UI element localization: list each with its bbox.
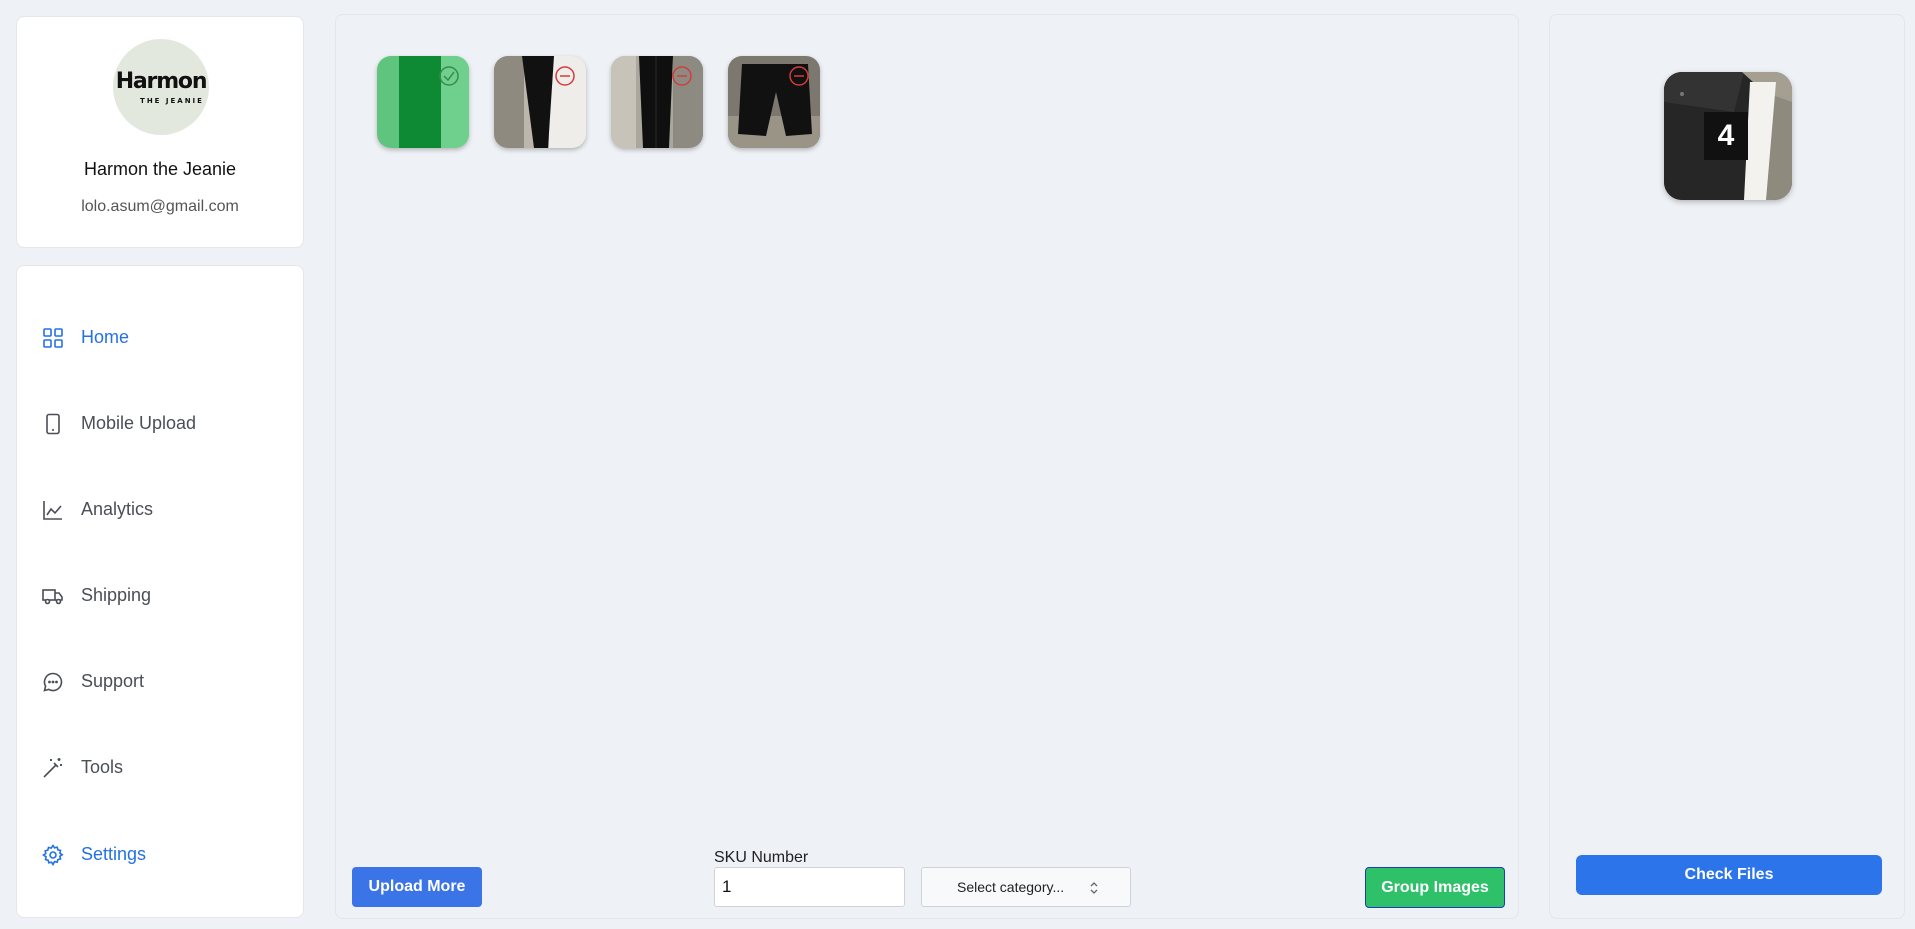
profile-email: lolo.asum@gmail.com	[81, 198, 239, 215]
brand-logo: Harmon THE JEANIE	[113, 39, 209, 135]
sidebar-item-mobile-upload[interactable]: Mobile Upload	[17, 400, 303, 448]
image-thumbnail[interactable]	[377, 56, 469, 148]
sidebar-nav: Home Mobile Upload Analytics Shipping Su…	[16, 265, 304, 918]
image-group-preview[interactable]: 4	[1664, 72, 1792, 200]
jeans-photo	[728, 56, 820, 148]
sidebar-item-label: Analytics	[81, 499, 154, 519]
sidebar-item-label: Support	[81, 671, 145, 691]
sidebar-item-shipping[interactable]: Shipping	[17, 572, 303, 620]
sidebar-item-label: Tools	[81, 757, 124, 777]
image-thumbnail[interactable]	[611, 56, 703, 148]
sidebar-item-settings[interactable]: Settings	[17, 831, 303, 879]
check-files-button[interactable]: Check Files	[1576, 855, 1882, 895]
group-preview-panel: 4 Check Files	[1549, 14, 1905, 919]
grid-icon	[43, 328, 63, 348]
chevron-up-down-icon	[1090, 882, 1098, 894]
sidebar-item-label: Shipping	[81, 585, 152, 605]
chat-icon	[43, 672, 63, 692]
group-images-button[interactable]: Group Images	[1365, 867, 1505, 908]
image-thumbnail[interactable]	[494, 56, 586, 148]
image-count-badge: 4	[1704, 112, 1748, 160]
profile-name: Harmon the Jeanie	[83, 159, 237, 179]
truck-icon	[42, 589, 63, 605]
sku-number-input[interactable]	[714, 867, 905, 907]
profile-card: Harmon THE JEANIE Harmon the Jeanie lolo…	[16, 16, 304, 248]
sidebar-item-label: Settings	[81, 844, 147, 864]
jeans-photo	[494, 56, 586, 148]
sidebar-item-label: Mobile Upload	[81, 413, 197, 433]
logo-subtitle: THE JEANIE	[140, 97, 204, 105]
sidebar-item-analytics[interactable]: Analytics	[17, 486, 303, 534]
upload-more-button[interactable]: Upload More	[352, 867, 482, 907]
phone-icon	[46, 413, 60, 435]
sku-number-label: SKU Number	[714, 849, 809, 866]
sidebar-item-label: Home	[81, 327, 130, 347]
image-workspace: Upload More SKU Number Select category..…	[335, 14, 1519, 919]
sidebar-item-tools[interactable]: Tools	[17, 744, 303, 792]
magic-wand-icon	[43, 758, 62, 778]
category-select-text: Select category...	[957, 879, 1065, 895]
green-fabric-photo	[377, 56, 469, 148]
category-select[interactable]: Select category...	[921, 867, 1131, 907]
sidebar-item-support[interactable]: Support	[17, 658, 303, 706]
chart-icon	[43, 501, 62, 520]
jeans-photo	[611, 56, 703, 148]
logo-wordmark: Harmon	[115, 69, 208, 94]
image-thumbnail[interactable]	[728, 56, 820, 148]
sidebar-item-home[interactable]: Home	[17, 314, 303, 362]
gear-icon	[42, 844, 64, 867]
